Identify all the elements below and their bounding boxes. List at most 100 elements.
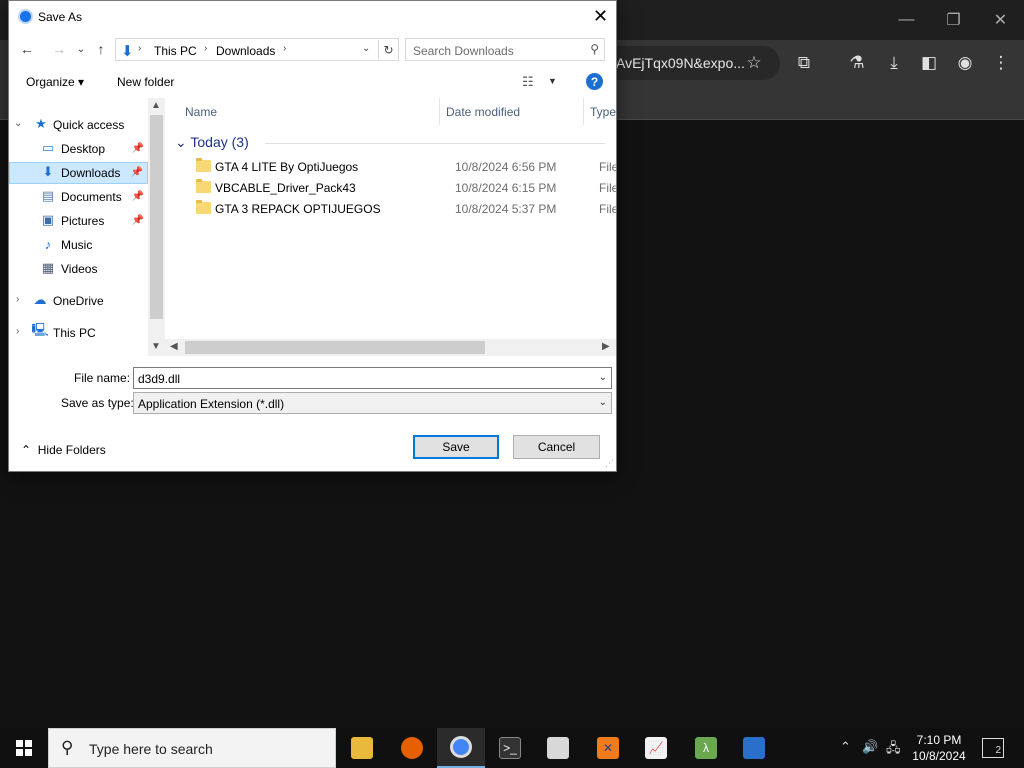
remote-desktop-taskbar-icon[interactable] [730, 728, 778, 768]
file-type: File fo [599, 181, 616, 195]
close-browser-button[interactable]: ✕ [977, 0, 1024, 40]
dialog-titlebar[interactable]: Save As ✕ [9, 1, 616, 32]
tree-item-quick-access[interactable]: ⌄ ★ Quick access [9, 114, 148, 136]
column-header-name[interactable]: Name [175, 98, 440, 125]
tree-item-music[interactable]: ♪ Music [9, 234, 148, 256]
breadcrumb-downloads[interactable]: Downloads [216, 44, 275, 58]
tree-item-desktop[interactable]: ▭ Desktop 📌 [9, 138, 148, 160]
chevron-right-icon[interactable]: › [204, 43, 207, 54]
scroll-right-arrow-icon[interactable]: ▶ [602, 341, 610, 352]
refresh-icon[interactable]: ↻ [378, 40, 398, 59]
hide-folders-toggle[interactable]: ⌃ Hide Folders [21, 443, 106, 457]
side-panel-icon[interactable]: ◧ [918, 52, 940, 74]
downloads-icon[interactable]: ⤓ [883, 52, 905, 74]
list-item[interactable]: GTA 3 REPACK OPTIJUEGOS 10/8/2024 5:37 P… [185, 199, 616, 220]
scroll-up-arrow-icon[interactable]: ▲ [151, 100, 161, 111]
file-name-field[interactable]: d3d9.dll ⌄ [133, 367, 612, 389]
forward-arrow-icon[interactable]: → [49, 39, 69, 59]
save-as-type-chevron-icon[interactable]: ⌄ [599, 397, 607, 408]
help-icon[interactable]: ? [586, 73, 603, 90]
chevron-right-icon[interactable]: › [283, 43, 286, 54]
tree-item-onedrive[interactable]: › ☁ OneDrive [9, 290, 148, 312]
bookmark-star-icon[interactable]: ☆ [743, 52, 765, 74]
tree-item-this-pc[interactable]: › 🖳 This PC [9, 322, 148, 344]
scrollbar-thumb[interactable] [185, 341, 485, 354]
command-bar: Organize ▾ New folder ☷ ▼ ? [9, 67, 616, 97]
tree-item-documents[interactable]: ▤ Documents 📌 [9, 186, 148, 208]
breadcrumb-this-pc[interactable]: This PC [154, 44, 197, 58]
taskbar-search-box[interactable]: ⚲ Type here to search [48, 728, 336, 768]
search-input[interactable]: Search Downloads ⚲ [405, 38, 605, 61]
new-folder-button[interactable]: New folder [117, 75, 174, 89]
volume-icon[interactable]: 🔊 [862, 739, 878, 755]
group-divider [265, 143, 605, 144]
file-list-horizontal-scrollbar[interactable]: ◀ ▶ [165, 339, 616, 356]
view-dropdown-chevron-icon[interactable]: ▼ [548, 76, 557, 86]
system-clock[interactable]: 7:10 PM 10/8/2024 [906, 732, 972, 764]
close-dialog-button[interactable]: ✕ [585, 1, 616, 31]
tree-item-label: Music [61, 238, 93, 252]
terminal-taskbar-icon[interactable]: >_ [486, 728, 534, 768]
collapse-chevron-icon[interactable]: ⌄ [175, 134, 187, 150]
group-header-today[interactable]: ⌄ Today (3) [175, 134, 249, 151]
firefox-taskbar-icon[interactable] [388, 728, 436, 768]
menu-kebab-icon[interactable]: ⋮ [990, 52, 1012, 74]
tree-item-label: This PC [53, 326, 96, 340]
expand-chevron-icon[interactable]: › [16, 294, 19, 305]
tree-item-label: Quick access [53, 118, 125, 132]
show-hidden-icons-chevron-icon[interactable]: ⌃ [840, 739, 851, 755]
notifications-icon[interactable]: 2 [982, 738, 1004, 758]
expand-chevron-icon[interactable]: › [16, 326, 19, 337]
list-item[interactable]: VBCABLE_Driver_Pack43 10/8/2024 6:15 PM … [185, 178, 616, 199]
file-explorer-taskbar-icon[interactable] [338, 728, 386, 768]
videos-icon: ▦ [41, 260, 55, 275]
search-icon: ⚲ [590, 42, 599, 56]
network-icon[interactable]: 🖧 [886, 739, 901, 761]
restore-button[interactable]: ❐ [930, 0, 977, 40]
chart-app-taskbar-icon[interactable]: 📈 [632, 728, 680, 768]
scrollbar-thumb[interactable] [150, 115, 163, 319]
minimize-button[interactable]: — [883, 0, 930, 40]
navigation-pane-scrollbar[interactable]: ▲ ▼ [148, 98, 165, 356]
chevron-right-icon[interactable]: › [138, 43, 141, 54]
pin-icon: 📌 [131, 215, 144, 226]
back-arrow-icon[interactable]: ← [17, 39, 37, 59]
scroll-left-arrow-icon[interactable]: ◀ [170, 341, 178, 352]
tree-item-label: Videos [61, 262, 98, 276]
app-window-taskbar-icon[interactable] [534, 728, 582, 768]
extensions-icon[interactable]: ⧉ [793, 52, 815, 74]
labs-flask-icon[interactable]: ⚗ [846, 52, 868, 74]
up-arrow-icon[interactable]: ↑ [91, 39, 111, 59]
download-icon: ⬇ [42, 164, 54, 179]
start-button[interactable] [0, 728, 48, 768]
scroll-down-arrow-icon[interactable]: ▼ [151, 341, 161, 352]
save-as-type-select[interactable]: Application Extension (*.dll) ⌄ [133, 392, 612, 414]
save-button[interactable]: Save [413, 435, 499, 459]
address-bar-url[interactable]: AvEjTqx09N&expo... [616, 55, 745, 71]
view-options-icon[interactable]: ☷ [522, 74, 534, 90]
tree-item-downloads[interactable]: ⬇ Downloads 📌 [9, 162, 148, 184]
lambda-app-taskbar-icon[interactable]: λ [682, 728, 730, 768]
cancel-button[interactable]: Cancel [513, 435, 600, 459]
desktop-icon: ▭ [41, 140, 55, 155]
recent-locations-chevron-icon[interactable]: ⌄ [71, 39, 91, 59]
path-breadcrumb[interactable]: ⬇ › This PC › Downloads › ⌄ ↻ [115, 38, 399, 61]
chrome-taskbar-icon[interactable] [437, 728, 485, 768]
file-name-value: d3d9.dll [138, 372, 181, 386]
column-header-date-modified[interactable]: Date modified [440, 98, 584, 125]
file-date: 10/8/2024 6:15 PM [455, 181, 557, 195]
file-name-dropdown-chevron-icon[interactable]: ⌄ [599, 372, 607, 383]
column-header-type[interactable]: Type [584, 98, 616, 125]
notification-count: 2 [995, 745, 1001, 756]
xampp-taskbar-icon[interactable]: ✕ [584, 728, 632, 768]
tree-item-pictures[interactable]: ▣ Pictures 📌 [9, 210, 148, 232]
clock-date: 10/8/2024 [912, 749, 966, 763]
resize-grip-icon[interactable]: ⋰ [605, 458, 614, 469]
folder-icon [196, 158, 211, 172]
tree-item-videos[interactable]: ▦ Videos [9, 258, 148, 280]
path-dropdown-chevron-icon[interactable]: ⌄ [362, 43, 370, 54]
organize-menu-button[interactable]: Organize ▾ [26, 75, 84, 89]
list-item[interactable]: GTA 4 LITE By OptiJuegos 10/8/2024 6:56 … [185, 157, 616, 178]
profile-avatar-icon[interactable]: ◉ [954, 52, 976, 74]
expand-chevron-icon[interactable]: ⌄ [14, 118, 22, 129]
